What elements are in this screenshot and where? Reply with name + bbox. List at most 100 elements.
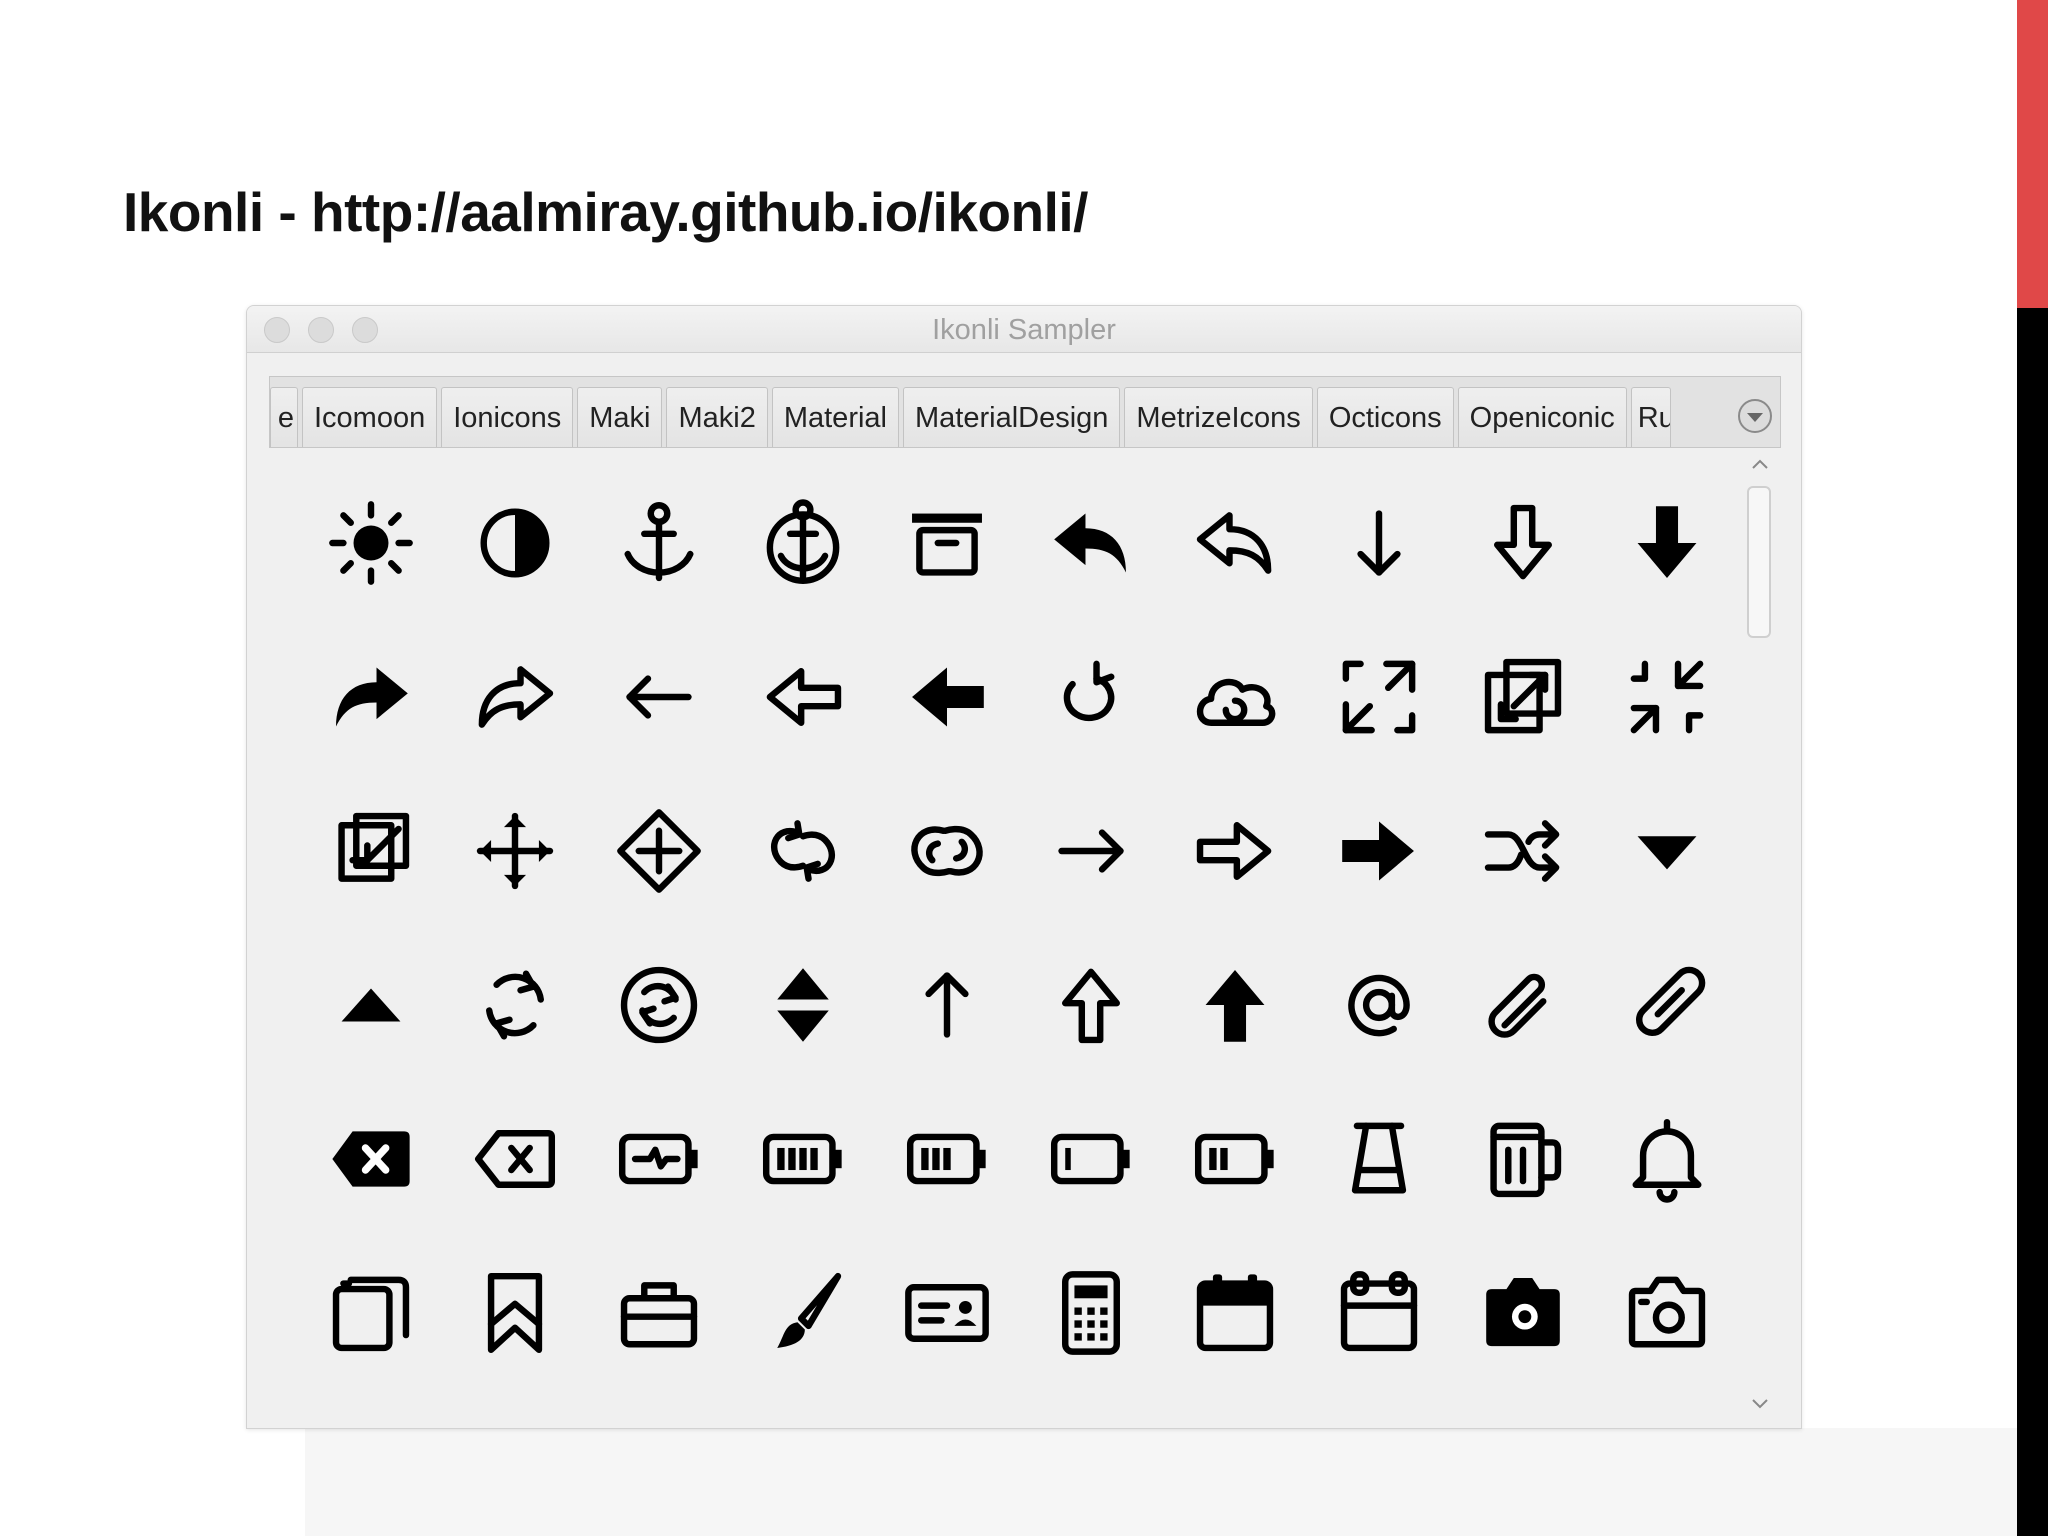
- icon-cell[interactable]: [443, 1236, 587, 1390]
- icon-cell[interactable]: [875, 1082, 1019, 1236]
- icon-cell[interactable]: [1163, 620, 1307, 774]
- icon-cell[interactable]: [1307, 774, 1451, 928]
- paperclip-icon: [1488, 973, 1547, 1038]
- icon-cell[interactable]: [1019, 1082, 1163, 1236]
- icon-cell[interactable]: [443, 466, 587, 620]
- icon-cell[interactable]: [1163, 1236, 1307, 1390]
- icon-cell[interactable]: [1595, 1082, 1739, 1236]
- reply-filled-icon: [1054, 513, 1126, 573]
- icon-cell[interactable]: [1595, 928, 1739, 1082]
- icon-cell[interactable]: [875, 774, 1019, 928]
- chevron-down-circle-icon[interactable]: [1738, 399, 1772, 433]
- tab-octicons[interactable]: Octicons: [1316, 387, 1454, 447]
- tab-maki[interactable]: Maki: [577, 387, 663, 447]
- icon-cell[interactable]: [1019, 928, 1163, 1082]
- tab-e[interactable]: e: [270, 387, 298, 447]
- icon-cell[interactable]: [1451, 466, 1595, 620]
- icon-cell[interactable]: [299, 620, 443, 774]
- slide-accent-bar-black: [2017, 308, 2048, 1536]
- icon-cell[interactable]: [299, 466, 443, 620]
- icon-cell[interactable]: [731, 1082, 875, 1236]
- icon-cell[interactable]: [1163, 1082, 1307, 1236]
- icon-cell[interactable]: [299, 1082, 443, 1236]
- icon-cell[interactable]: [1595, 466, 1739, 620]
- reply-outline-icon: [1196, 512, 1272, 574]
- tab-materialdesign[interactable]: MaterialDesign: [903, 387, 1121, 447]
- icon-cell[interactable]: [443, 1082, 587, 1236]
- icon-cell[interactable]: [1307, 466, 1451, 620]
- arrow-up-filled-icon: [1205, 970, 1265, 1042]
- loop-back-icon: [1063, 660, 1115, 722]
- icon-cell[interactable]: [1307, 620, 1451, 774]
- icon-cell[interactable]: [1307, 1236, 1451, 1390]
- icon-cell[interactable]: [1451, 1082, 1595, 1236]
- tab-openiconic[interactable]: Openiconic: [1457, 387, 1627, 447]
- sync-icon: [486, 970, 544, 1040]
- camera-outline-icon: [1628, 1276, 1706, 1348]
- icon-cell[interactable]: [1451, 774, 1595, 928]
- brush-icon: [777, 1272, 842, 1348]
- icon-cell[interactable]: [731, 620, 875, 774]
- calendar-filled-icon: [1196, 1274, 1274, 1352]
- tab-bar: e Icomoon Ionicons Maki Maki2 Material M…: [269, 376, 1781, 448]
- icon-cell[interactable]: [1595, 620, 1739, 774]
- icon-cell[interactable]: [875, 466, 1019, 620]
- tab-maki2[interactable]: Maki2: [666, 387, 768, 447]
- shuffle-icon: [1484, 820, 1560, 882]
- icon-cell[interactable]: [731, 466, 875, 620]
- icon-cell[interactable]: [587, 620, 731, 774]
- icon-cell[interactable]: [443, 620, 587, 774]
- icon-cell[interactable]: [875, 928, 1019, 1082]
- icon-cell[interactable]: [1163, 928, 1307, 1082]
- tab-metrizeicons[interactable]: MetrizeIcons: [1124, 387, 1313, 447]
- tab-list: e Icomoon Ionicons Maki Maki2 Material M…: [270, 387, 1671, 447]
- icon-grid: [299, 466, 1719, 1390]
- chevron-up-icon[interactable]: [1751, 456, 1769, 474]
- tab-material[interactable]: Material: [771, 387, 899, 447]
- icon-cell[interactable]: [443, 774, 587, 928]
- icon-cell[interactable]: [1595, 774, 1739, 928]
- icon-cell[interactable]: [1163, 774, 1307, 928]
- icon-cell[interactable]: [731, 1236, 875, 1390]
- window-title: Ikonli Sampler: [932, 314, 1116, 346]
- icon-cell[interactable]: [587, 466, 731, 620]
- icon-cell[interactable]: [299, 928, 443, 1082]
- icon-cell[interactable]: [1019, 466, 1163, 620]
- icon-cell[interactable]: [299, 1236, 443, 1390]
- vertical-scrollbar[interactable]: [1741, 448, 1781, 1428]
- bookmark-icon: [487, 1272, 543, 1354]
- icon-cell[interactable]: [1451, 1236, 1595, 1390]
- calendar-outline-icon: [1340, 1271, 1418, 1352]
- chevron-down-icon[interactable]: [1751, 1394, 1769, 1412]
- arrow-right-filled-icon: [1342, 821, 1414, 881]
- icon-cell[interactable]: [299, 774, 443, 928]
- icon-cell[interactable]: [1307, 928, 1451, 1082]
- icon-cell[interactable]: [731, 774, 875, 928]
- icon-cell[interactable]: [875, 1236, 1019, 1390]
- icon-cell[interactable]: [587, 928, 731, 1082]
- tab-ionicons[interactable]: Ionicons: [441, 387, 574, 447]
- slide-accent-bar-red: [2017, 0, 2048, 308]
- icon-cell[interactable]: [731, 928, 875, 1082]
- icon-cell[interactable]: [1451, 620, 1595, 774]
- icon-cell[interactable]: [1163, 466, 1307, 620]
- icon-cell[interactable]: [1019, 620, 1163, 774]
- tab-icomoon[interactable]: Icomoon: [302, 387, 438, 447]
- window-titlebar[interactable]: Ikonli Sampler: [247, 306, 1801, 353]
- id-card-icon: [905, 1284, 989, 1342]
- icon-cell[interactable]: [587, 1082, 731, 1236]
- icon-cell[interactable]: [1019, 1236, 1163, 1390]
- icon-cell[interactable]: [443, 928, 587, 1082]
- icon-cell[interactable]: [1019, 774, 1163, 928]
- scrollbar-thumb[interactable]: [1747, 486, 1771, 638]
- icon-cell[interactable]: [1451, 928, 1595, 1082]
- tab-ru[interactable]: Ru: [1630, 387, 1671, 447]
- icon-cell[interactable]: [875, 620, 1019, 774]
- caret-up-icon: [341, 988, 401, 1022]
- icon-cell[interactable]: [1307, 1082, 1451, 1236]
- icon-cell[interactable]: [587, 774, 731, 928]
- arrow-left-thin-icon: [626, 675, 692, 719]
- icon-cell[interactable]: [1595, 1236, 1739, 1390]
- beaker-icon: [1351, 1122, 1407, 1194]
- icon-cell[interactable]: [587, 1236, 731, 1390]
